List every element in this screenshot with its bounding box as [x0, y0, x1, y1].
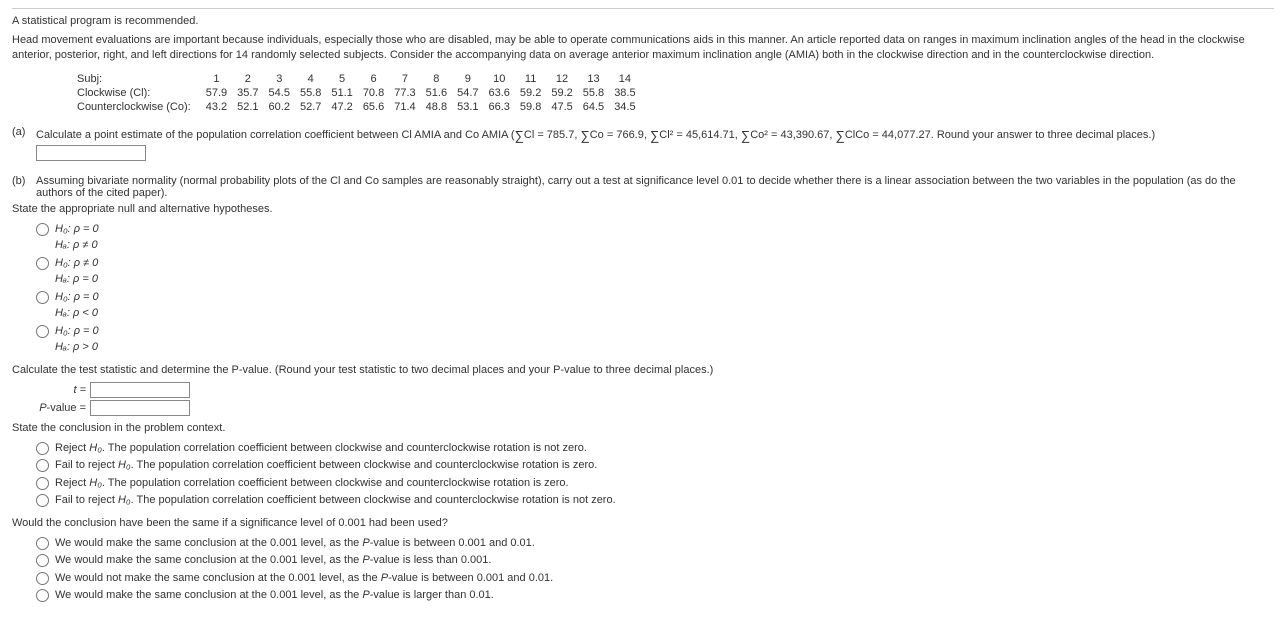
alpha-option-3[interactable]: We would not make the same conclusion at… [36, 570, 1274, 587]
part-a-body: Calculate a point estimate of the popula… [36, 126, 1274, 141]
recommendation-text: A statistical program is recommended. [12, 15, 1274, 27]
hyp-option-4[interactable]: H₀: ρ = 0 Hₐ: ρ > 0 [36, 323, 1274, 356]
conclusion-prompt: State the conclusion in the problem cont… [12, 422, 1274, 434]
point-estimate-input[interactable] [36, 145, 146, 161]
alpha-radio-3[interactable] [36, 572, 49, 585]
data-table: Subj: 1234567891011121314 Clockwise (Cl)… [72, 72, 641, 114]
alpha-option-2[interactable]: We would make the same conclusion at the… [36, 552, 1274, 569]
sigma-icon: ∑ [836, 128, 845, 143]
alpha-option-4[interactable]: We would make the same conclusion at the… [36, 587, 1274, 604]
sigma-icon: ∑ [650, 128, 659, 143]
hyp-radio-4[interactable] [36, 325, 49, 338]
alpha-prompt: Would the conclusion have been the same … [12, 517, 1274, 529]
hyp-radio-3[interactable] [36, 291, 49, 304]
conclusion-options: Reject H₀. The population correlation co… [36, 440, 1274, 509]
table-row: Clockwise (Cl): 57.935.754.555.851.170.8… [72, 86, 641, 100]
hyp-option-2[interactable]: H₀: ρ ≠ 0 Hₐ: ρ = 0 [36, 255, 1274, 288]
intro-paragraph: Head movement evaluations are important … [12, 33, 1274, 64]
cl-label: Clockwise (Cl): [72, 86, 201, 100]
part-b-label: (b) [12, 175, 36, 187]
hypothesis-options: H₀: ρ = 0 Hₐ: ρ ≠ 0 H₀: ρ ≠ 0 Hₐ: ρ = 0 … [36, 221, 1274, 356]
sigma-icon: ∑ [515, 128, 524, 143]
table-row: Counterclockwise (Co): 43.252.160.252.74… [72, 100, 641, 114]
hypothesis-prompt: State the appropriate null and alternati… [12, 203, 1274, 215]
table-row: Subj: 1234567891011121314 [72, 72, 641, 86]
alpha-radio-1[interactable] [36, 537, 49, 550]
part-b-intro: Assuming bivariate normality (normal pro… [36, 175, 1274, 199]
part-a-text2: Round your answer to three decimal place… [937, 129, 1155, 141]
conc-radio-2[interactable] [36, 459, 49, 472]
part-a-label: (a) [12, 126, 36, 138]
hyp-option-1[interactable]: H₀: ρ = 0 Hₐ: ρ ≠ 0 [36, 221, 1274, 254]
alpha-option-1[interactable]: We would make the same conclusion at the… [36, 535, 1274, 552]
conc-option-1[interactable]: Reject H₀. The population correlation co… [36, 440, 1274, 457]
p-value-input[interactable] [90, 400, 190, 416]
subj-label: Subj: [72, 72, 201, 86]
alpha-radio-4[interactable] [36, 589, 49, 602]
conc-option-3[interactable]: Reject H₀. The population correlation co… [36, 475, 1274, 492]
t-statistic-input[interactable] [90, 382, 190, 398]
alpha-radio-2[interactable] [36, 554, 49, 567]
sigma-icon: ∑ [580, 128, 589, 143]
conc-radio-3[interactable] [36, 477, 49, 490]
conc-radio-1[interactable] [36, 442, 49, 455]
pvalue-label: P-value = [36, 402, 90, 414]
conc-radio-4[interactable] [36, 494, 49, 507]
co-label: Counterclockwise (Co): [72, 100, 201, 114]
hyp-radio-1[interactable] [36, 223, 49, 236]
calc-prompt: Calculate the test statistic and determi… [12, 364, 1274, 376]
part-a-text1: Calculate a point estimate of the popula… [36, 129, 508, 141]
t-label: t = [36, 384, 90, 396]
hyp-radio-2[interactable] [36, 257, 49, 270]
hyp-option-3[interactable]: H₀: ρ = 0 Hₐ: ρ < 0 [36, 289, 1274, 322]
conc-option-2[interactable]: Fail to reject H₀. The population correl… [36, 457, 1274, 474]
conc-option-4[interactable]: Fail to reject H₀. The population correl… [36, 492, 1274, 509]
alpha-options: We would make the same conclusion at the… [36, 535, 1274, 604]
sigma-icon: ∑ [741, 128, 750, 143]
